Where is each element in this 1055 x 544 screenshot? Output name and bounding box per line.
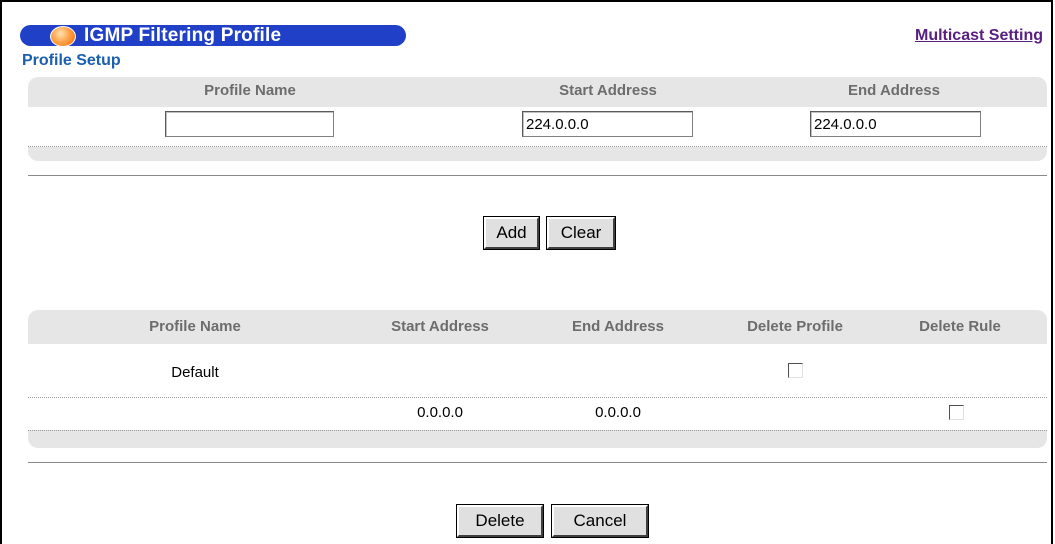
clear-button[interactable]: Clear: [546, 216, 616, 250]
separator: [28, 175, 1047, 176]
col-start-address: Start Address: [559, 82, 657, 99]
multicast-setting-link[interactable]: Multicast Setting: [915, 27, 1043, 45]
row1-profile-name: Default: [171, 364, 219, 381]
cancel-button[interactable]: Cancel: [551, 504, 649, 538]
th-end-address: End Address: [572, 318, 664, 335]
row-divider: [28, 397, 1047, 398]
profile-name-input[interactable]: [165, 111, 334, 137]
th-profile-name: Profile Name: [149, 318, 241, 335]
row-divider: [28, 430, 1047, 431]
col-end-address: End Address: [848, 82, 940, 99]
add-button[interactable]: Add: [483, 216, 540, 250]
th-delete-rule: Delete Rule: [919, 318, 1001, 335]
th-delete-profile: Delete Profile: [747, 318, 843, 335]
start-address-input[interactable]: [522, 111, 693, 137]
divider: [28, 146, 1047, 147]
delete-button[interactable]: Delete: [456, 504, 544, 538]
orb-icon: [50, 26, 76, 46]
title-banner: IGMP Filtering Profile: [20, 25, 406, 46]
end-address-input[interactable]: [810, 111, 981, 137]
section-title: Profile Setup: [22, 52, 121, 69]
th-start-address: Start Address: [391, 318, 489, 335]
page-title: IGMP Filtering Profile: [84, 25, 282, 46]
row2-end-address: 0.0.0.0: [595, 404, 641, 421]
col-profile-name: Profile Name: [204, 82, 296, 99]
row2-start-address: 0.0.0.0: [417, 404, 463, 421]
row1-delete-profile-checkbox[interactable]: [788, 363, 803, 378]
row2-delete-rule-checkbox[interactable]: [949, 405, 964, 420]
separator: [28, 462, 1047, 463]
